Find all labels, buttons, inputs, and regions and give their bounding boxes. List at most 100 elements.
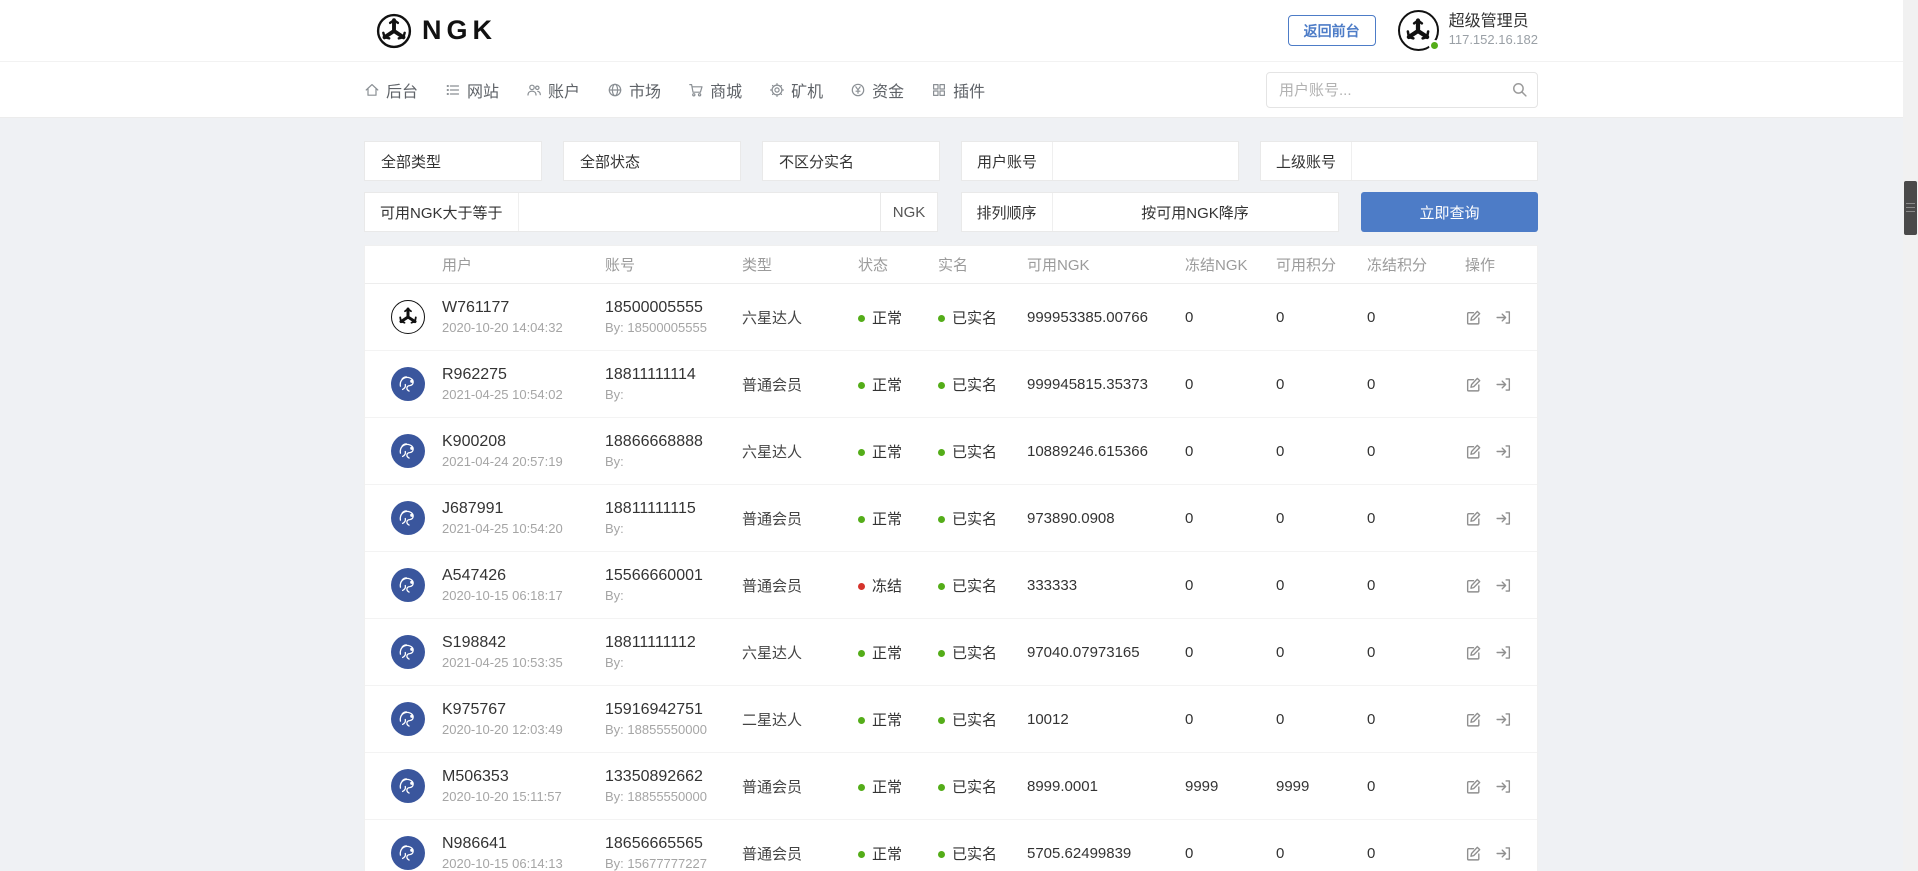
account-number: 13350892662: [605, 768, 734, 786]
register-date: 2020-10-20 12:03:49: [442, 722, 597, 737]
nav-item-账户[interactable]: 账户: [526, 78, 580, 102]
edit-icon[interactable]: [1465, 711, 1482, 728]
users-icon: [526, 82, 542, 98]
nav-item-插件[interactable]: 插件: [931, 78, 985, 102]
available-ngk: 999945815.35373: [1027, 376, 1185, 393]
account-number: 18811111115: [605, 500, 734, 518]
username: A547426: [442, 567, 597, 585]
brand: NGK: [364, 13, 497, 49]
frozen-ngk: 0: [1185, 711, 1276, 728]
available-points: 0: [1276, 644, 1367, 661]
realname-badge: 已实名: [938, 776, 1027, 797]
realname-badge: 已实名: [938, 843, 1027, 864]
edit-icon[interactable]: [1465, 577, 1482, 594]
realname-badge: 已实名: [938, 508, 1027, 529]
coin-icon: [850, 82, 866, 98]
type-select[interactable]: 全部类型: [364, 141, 542, 181]
realname-select[interactable]: 不区分实名: [762, 141, 940, 181]
account-number: 18500005555: [605, 299, 734, 317]
nav-item-矿机[interactable]: 矿机: [769, 78, 823, 102]
nav-item-后台[interactable]: 后台: [364, 78, 418, 102]
admin-avatar: [1398, 10, 1439, 51]
column-header: 可用NGK: [1027, 254, 1185, 275]
search-icon[interactable]: [1511, 81, 1528, 103]
login-as-icon[interactable]: [1495, 443, 1512, 460]
login-as-icon[interactable]: [1495, 510, 1512, 527]
nav-item-网站[interactable]: 网站: [445, 78, 499, 102]
login-as-icon[interactable]: [1495, 644, 1512, 661]
edit-icon[interactable]: [1465, 644, 1482, 661]
search-input[interactable]: [1266, 72, 1538, 108]
frozen-points: 0: [1367, 711, 1465, 728]
frozen-points: 0: [1367, 376, 1465, 393]
status-badge: 正常: [858, 642, 938, 663]
status-badge: 正常: [858, 508, 938, 529]
scrollbar-thumb[interactable]: [1904, 181, 1917, 235]
frozen-points: 0: [1367, 443, 1465, 460]
available-points: 0: [1276, 510, 1367, 527]
frozen-ngk: 0: [1185, 309, 1276, 326]
frozen-points: 0: [1367, 845, 1465, 862]
available-points: 0: [1276, 845, 1367, 862]
available-ngk: 333333: [1027, 577, 1185, 594]
available-ngk: 10012: [1027, 711, 1185, 728]
frozen-ngk: 0: [1185, 577, 1276, 594]
register-date: 2020-10-15 06:18:17: [442, 588, 597, 603]
referrer: By: 15677777227: [605, 856, 734, 871]
nav-item-市场[interactable]: 市场: [607, 78, 661, 102]
user-account-group: 用户账号: [961, 141, 1239, 181]
member-type: 二星达人: [742, 709, 858, 730]
referrer: By:: [605, 588, 734, 603]
login-as-icon[interactable]: [1495, 845, 1512, 862]
edit-icon[interactable]: [1465, 309, 1482, 326]
user-avatar: [391, 769, 425, 803]
edit-icon[interactable]: [1465, 778, 1482, 795]
edit-icon[interactable]: [1465, 845, 1482, 862]
register-date: 2020-10-15 06:14:13: [442, 856, 597, 871]
frozen-ngk: 0: [1185, 845, 1276, 862]
filter-panel: 全部类型 全部状态 不区分实名 用户账号 上级账号 可用NGK大于等于 NGK …: [364, 141, 1538, 232]
order-select[interactable]: 按可用NGK降序: [1053, 202, 1338, 223]
available-points: 9999: [1276, 778, 1367, 795]
user-table: 用户账号类型状态实名可用NGK冻结NGK可用积分冻结积分操作 W761177 2…: [364, 245, 1538, 871]
brand-text: NGK: [422, 15, 497, 46]
scrollbar-track[interactable]: [1903, 0, 1918, 871]
admin-block[interactable]: 超级管理员 117.152.16.182: [1398, 10, 1538, 51]
user-account-input[interactable]: [1053, 142, 1238, 180]
available-points: 0: [1276, 309, 1367, 326]
login-as-icon[interactable]: [1495, 577, 1512, 594]
main-nav: 后台 网站 账户 市场 商城 矿机 资金 插件: [0, 61, 1903, 117]
ngk-min-input[interactable]: [519, 193, 880, 231]
member-type: 六星达人: [742, 307, 858, 328]
login-as-icon[interactable]: [1495, 778, 1512, 795]
referrer: By:: [605, 655, 734, 670]
available-ngk: 97040.07973165: [1027, 644, 1185, 661]
register-date: 2021-04-25 10:54:20: [442, 521, 597, 536]
username: K975767: [442, 701, 597, 719]
nav-item-商城[interactable]: 商城: [688, 78, 742, 102]
column-header: 可用积分: [1276, 254, 1367, 275]
edit-icon[interactable]: [1465, 443, 1482, 460]
parent-account-input[interactable]: [1352, 142, 1537, 180]
login-as-icon[interactable]: [1495, 376, 1512, 393]
edit-icon[interactable]: [1465, 376, 1482, 393]
nav-item-资金[interactable]: 资金: [850, 78, 904, 102]
back-to-front-button[interactable]: 返回前台: [1288, 15, 1376, 46]
table-row: K975767 2020-10-20 12:03:49 15916942751 …: [365, 686, 1537, 753]
account-number: 18656665565: [605, 835, 734, 853]
referrer: By:: [605, 521, 734, 536]
account-number: 15916942751: [605, 701, 734, 719]
login-as-icon[interactable]: [1495, 309, 1512, 326]
available-points: 0: [1276, 577, 1367, 594]
frozen-ngk: 0: [1185, 376, 1276, 393]
edit-icon[interactable]: [1465, 510, 1482, 527]
status-select[interactable]: 全部状态: [563, 141, 741, 181]
login-as-icon[interactable]: [1495, 711, 1512, 728]
query-button[interactable]: 立即查询: [1361, 192, 1538, 232]
ngk-min-label: 可用NGK大于等于: [365, 193, 519, 231]
column-header: 实名: [938, 254, 1027, 275]
register-date: 2021-04-25 10:54:02: [442, 387, 597, 402]
column-header: 冻结NGK: [1185, 254, 1276, 275]
home-icon: [364, 82, 380, 98]
column-header: 操作: [1465, 254, 1537, 275]
